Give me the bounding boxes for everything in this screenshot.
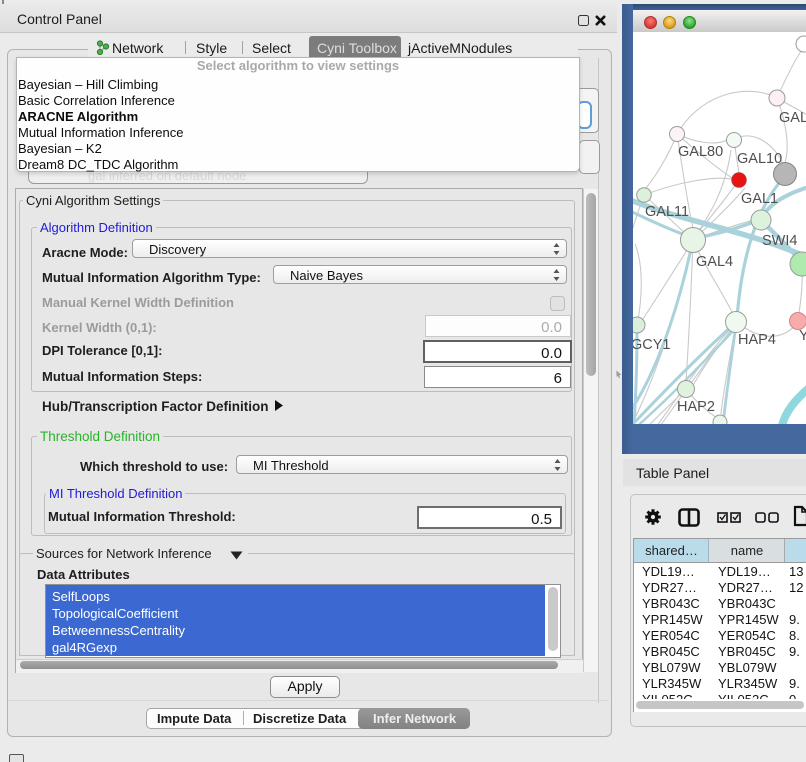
svg-text:GAL11: GAL11 [645,204,689,220]
svg-text:GAL10: GAL10 [737,151,782,167]
svg-text:GAL80: GAL80 [678,144,723,160]
svg-text:SWI4: SWI4 [762,233,797,249]
svg-text:GAL4: GAL4 [696,254,733,270]
svg-text:GCY1: GCY1 [633,337,671,353]
svg-text:Y: Y [799,328,806,344]
svg-text:GAL: GAL [779,110,806,126]
svg-text:HAP2: HAP2 [677,399,715,415]
svg-text:GAL1: GAL1 [741,191,778,207]
svg-text:HAP4: HAP4 [738,332,776,348]
